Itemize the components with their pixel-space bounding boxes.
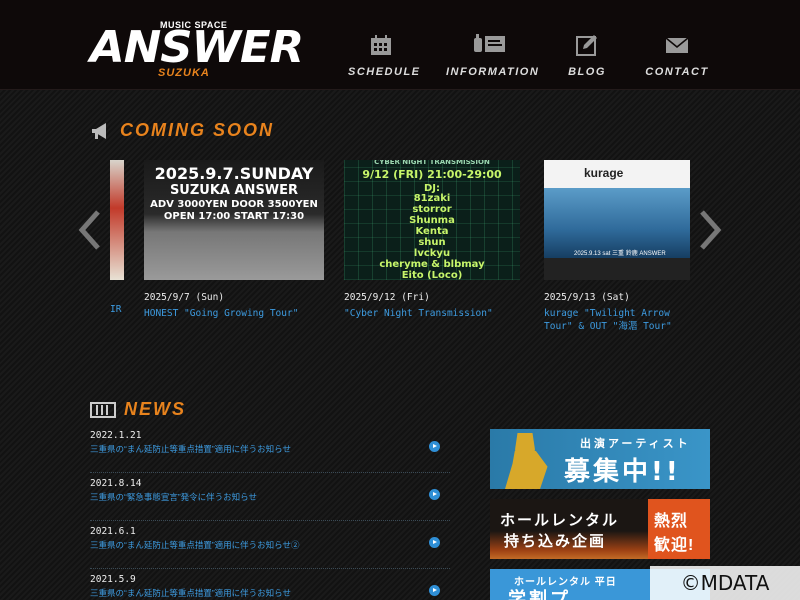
news-item[interactable]: 2021.6.1 三重県の“まん延防止等重点措置”適用に伴うお知らせ②	[90, 526, 450, 569]
nav-blog[interactable]: BLOG	[562, 32, 612, 82]
nav-information-label: INFORMATION	[446, 66, 540, 78]
event-date: 2025/9/13 (Sat)	[544, 292, 630, 303]
logo-city: SUZUKA	[158, 67, 210, 79]
news-icon	[90, 401, 116, 418]
nav-contact[interactable]: CONTACT	[642, 32, 712, 82]
event-card[interactable]: kurage 2025.9.13 sat 三重 鈴鹿 ANSWER 2025/9…	[544, 160, 694, 333]
banner-artist-line2: 募集中!!	[564, 457, 681, 487]
news-item[interactable]: 2021.5.9 三重県の“まん延防止等重点措置”適用に伴うお知らせ	[90, 574, 450, 600]
nav-blog-label: BLOG	[568, 66, 606, 78]
main-nav: SCHEDULE INFORMATION BLOG CONTACT	[340, 32, 720, 82]
news-link[interactable]: 三重県の“まん延防止等重点措置”適用に伴うお知らせ	[90, 587, 291, 599]
edit-icon	[576, 35, 597, 56]
banner-badge-line1: 熱烈	[654, 513, 689, 530]
event-thumb-dj: lvckyu	[413, 248, 451, 259]
event-thumb-time: 9/12 (FRI) 21:00-29:00	[362, 168, 502, 181]
banner-badge-line2: 歓迎!	[654, 537, 695, 554]
coming-soon-heading: COMING SOON	[90, 120, 274, 141]
calendar-icon	[371, 35, 391, 55]
event-name[interactable]: HONEST "Going Growing Tour"	[144, 307, 324, 320]
news-item[interactable]: 2021.8.14 三重県の“緊急事態宣言”発令に伴うお知らせ	[90, 478, 450, 521]
arrow-right-circle-icon[interactable]	[429, 441, 440, 452]
carousel-next-icon[interactable]	[696, 210, 722, 250]
event-thumb-dj: Shunma	[409, 215, 455, 226]
news-date: 2021.6.1	[90, 526, 136, 537]
megaphone-icon	[92, 122, 106, 139]
news-date: 2021.8.14	[90, 478, 142, 489]
event-name[interactable]: "Cyber Night Transmission"	[344, 307, 520, 320]
event-thumb-band: kurage	[584, 166, 624, 180]
banner-rental-line1: ホールレンタル	[500, 512, 620, 529]
news-title: NEWS	[124, 399, 186, 419]
hall-rental-banner[interactable]: ホールレンタル 持ち込み企画 熱烈 歓迎!	[490, 499, 710, 559]
event-thumb[interactable]: CYBER NIGHT TRANSMISSION 9/12 (FRI) 21:0…	[344, 160, 520, 280]
event-date: 2025/9/12 (Fri)	[344, 292, 430, 303]
banner-rental-badge: 熱烈 歓迎!	[648, 499, 710, 559]
event-thumb-info: 2025.9.13 sat 三重 鈴鹿 ANSWER	[574, 251, 666, 257]
event-name[interactable]: kurage "Twilight Arrow Tour" & OUT "海滣 T…	[544, 307, 694, 333]
event-date: 2025/9/7 (Sun)	[144, 292, 225, 303]
site-logo[interactable]: MUSIC SPACE ANSWER SUZUKA	[90, 18, 304, 82]
event-card[interactable]: CYBER NIGHT TRANSMISSION 9/12 (FRI) 21:0…	[344, 160, 520, 320]
event-thumb-time: OPEN 17:00 START 17:30	[163, 211, 305, 222]
news-link[interactable]: 三重県の“まん延防止等重点措置”適用に伴うお知らせ	[90, 443, 291, 455]
banner-rental-line2: 持ち込み企画	[504, 533, 607, 550]
nav-schedule-label: SCHEDULE	[348, 66, 421, 78]
event-carousel: 2025.9.7.SUNDAY SUZUKA ANSWER ADV 3000YE…	[78, 158, 722, 338]
news-heading: NEWS	[90, 399, 186, 420]
news-link[interactable]: 三重県の“緊急事態宣言”発令に伴うお知らせ	[90, 491, 257, 503]
guitarist-silhouette-icon	[505, 433, 548, 489]
logo-wordmark: ANSWER	[90, 22, 304, 73]
info-board-icon	[474, 34, 505, 52]
banner-rental2-line2: 学割プ	[508, 589, 571, 600]
news-item[interactable]: 2022.1.21 三重県の“まん延防止等重点措置”適用に伴うお知らせ	[90, 430, 450, 473]
mail-icon	[665, 37, 689, 53]
artist-recruit-banner[interactable]: 出演アーティスト 募集中!!	[490, 429, 710, 489]
event-thumb-dj: storror	[412, 204, 452, 215]
arrow-right-circle-icon[interactable]	[429, 585, 440, 596]
event-thumb[interactable]: 2025.9.7.SUNDAY SUZUKA ANSWER ADV 3000YE…	[144, 160, 324, 280]
event-card[interactable]: 2025.9.7.SUNDAY SUZUKA ANSWER ADV 3000YE…	[144, 160, 324, 320]
nav-schedule[interactable]: SCHEDULE	[348, 32, 421, 82]
nav-information[interactable]: INFORMATION	[446, 32, 540, 82]
coming-soon-title: COMING SOON	[120, 120, 275, 140]
nav-contact-label: CONTACT	[645, 66, 709, 78]
event-thumb-dj: cheryme & blbmay	[379, 259, 485, 270]
news-list: 2022.1.21 三重県の“まん延防止等重点措置”適用に伴うお知らせ 2021…	[90, 430, 450, 600]
carousel-prev-icon[interactable]	[78, 210, 104, 250]
news-date: 2022.1.21	[90, 430, 142, 441]
event-thumb-dj: 81zaki	[413, 193, 451, 204]
event-thumb-date: 2025.9.7.SUNDAY	[154, 164, 314, 183]
event-thumb-dj: Eito (Loco)	[401, 270, 463, 280]
event-thumb-dj: Kenta	[415, 226, 449, 237]
site-header: MUSIC SPACE ANSWER SUZUKA SCHEDULE INFOR…	[0, 0, 800, 90]
watermark: ©MDATA	[650, 566, 800, 600]
event-thumb-venue: SUZUKA ANSWER	[169, 183, 299, 198]
event-thumb-strip	[544, 258, 690, 280]
event-thumb[interactable]: kurage 2025.9.13 sat 三重 鈴鹿 ANSWER	[544, 160, 690, 280]
event-thumb-dj: shun	[418, 237, 446, 248]
event-thumb-price: ADV 3000YEN DOOR 3500YEN	[150, 199, 318, 210]
arrow-right-circle-icon[interactable]	[429, 489, 440, 500]
news-link[interactable]: 三重県の“まん延防止等重点措置”適用に伴うお知らせ②	[90, 539, 300, 551]
news-date: 2021.5.9	[90, 574, 136, 585]
banner-artist-line1: 出演アーティスト	[580, 438, 691, 450]
arrow-right-circle-icon[interactable]	[429, 537, 440, 548]
